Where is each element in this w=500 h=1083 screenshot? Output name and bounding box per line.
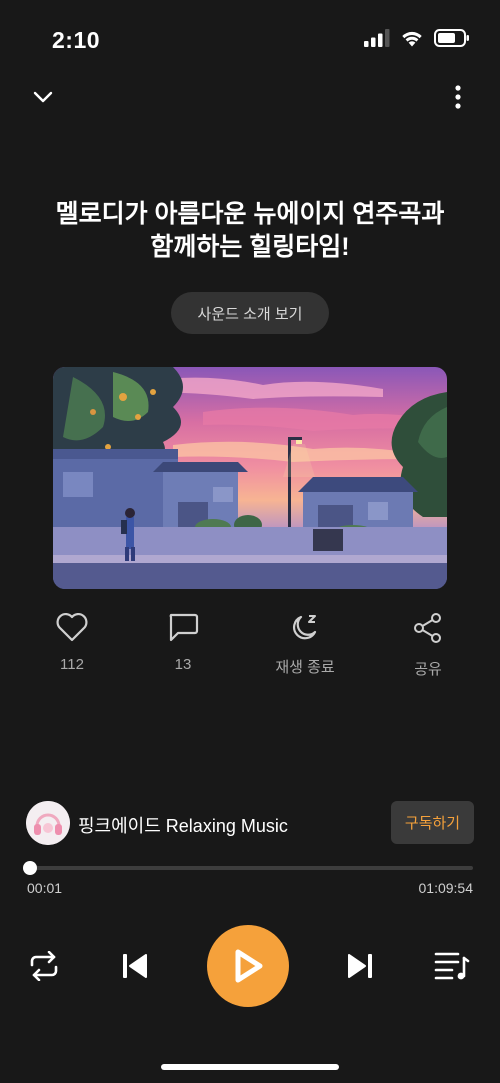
cellular-signal-icon bbox=[364, 29, 390, 47]
share-label: 공유 bbox=[414, 661, 442, 678]
channel-avatar[interactable] bbox=[26, 801, 70, 845]
channel-row: 핑크에이드 Relaxing Music 구독하기 bbox=[26, 800, 474, 846]
like-count: 112 bbox=[60, 656, 84, 673]
like-button[interactable]: 112 bbox=[27, 612, 117, 673]
skip-previous-icon bbox=[123, 954, 147, 978]
playback-controls bbox=[0, 925, 500, 1007]
channel-name[interactable]: 핑크에이드 Relaxing Music bbox=[78, 812, 288, 838]
current-time: 00:01 bbox=[27, 880, 63, 896]
next-button[interactable] bbox=[343, 949, 377, 983]
action-row: 112 13 재생 종료 공유 bbox=[0, 612, 500, 692]
comment-button[interactable]: 13 bbox=[138, 612, 228, 673]
heart-icon bbox=[56, 612, 88, 642]
sound-intro-button[interactable]: 사운드 소개 보기 bbox=[171, 292, 329, 334]
comment-count: 13 bbox=[174, 656, 192, 673]
more-options-button[interactable] bbox=[444, 82, 472, 112]
top-bar bbox=[0, 80, 500, 120]
chevron-down-icon bbox=[33, 91, 53, 103]
battery-icon bbox=[434, 29, 469, 47]
play-button[interactable] bbox=[207, 925, 289, 1007]
moon-sleep-icon bbox=[293, 615, 317, 640]
collapse-button[interactable] bbox=[26, 82, 60, 112]
sound-title: 멜로디가 아름다운 뉴에이지 연주곡과 함께하는 힐링타임! bbox=[30, 198, 470, 264]
play-icon bbox=[235, 949, 263, 983]
previous-button[interactable] bbox=[118, 949, 152, 983]
progress-bar[interactable] bbox=[23, 860, 473, 876]
share-icon bbox=[414, 613, 441, 643]
headphones-avatar-icon bbox=[26, 801, 70, 845]
sleep-timer-button[interactable]: 재생 종료 bbox=[260, 612, 350, 677]
subscribe-button[interactable]: 구독하기 bbox=[391, 801, 474, 844]
status-time: 2:10 bbox=[52, 27, 101, 53]
sound-title-line-2: 함께하는 힐링타임! bbox=[150, 233, 350, 261]
wifi-icon bbox=[402, 31, 422, 47]
skip-next-icon bbox=[348, 954, 372, 978]
sound-title-line-1: 멜로디가 아름다운 뉴에이지 연주곡과 bbox=[55, 200, 445, 228]
comment-icon bbox=[169, 613, 199, 642]
repeat-button[interactable] bbox=[26, 949, 62, 983]
home-indicator[interactable] bbox=[161, 1064, 339, 1070]
total-time: 01:09:54 bbox=[418, 880, 474, 896]
repeat-icon bbox=[30, 951, 58, 981]
sleep-timer-label: 재생 종료 bbox=[275, 659, 335, 676]
sunset-street-illustration bbox=[53, 367, 447, 589]
playlist-music-icon bbox=[434, 952, 470, 980]
playlist-button[interactable] bbox=[432, 947, 472, 985]
share-button[interactable]: 공유 bbox=[383, 612, 473, 679]
status-icons bbox=[364, 29, 470, 47]
cover-artwork bbox=[53, 367, 447, 589]
more-vertical-icon bbox=[455, 85, 461, 109]
progress-track bbox=[27, 866, 473, 870]
progress-handle[interactable] bbox=[23, 861, 37, 875]
status-bar: 2:10 bbox=[0, 0, 500, 80]
